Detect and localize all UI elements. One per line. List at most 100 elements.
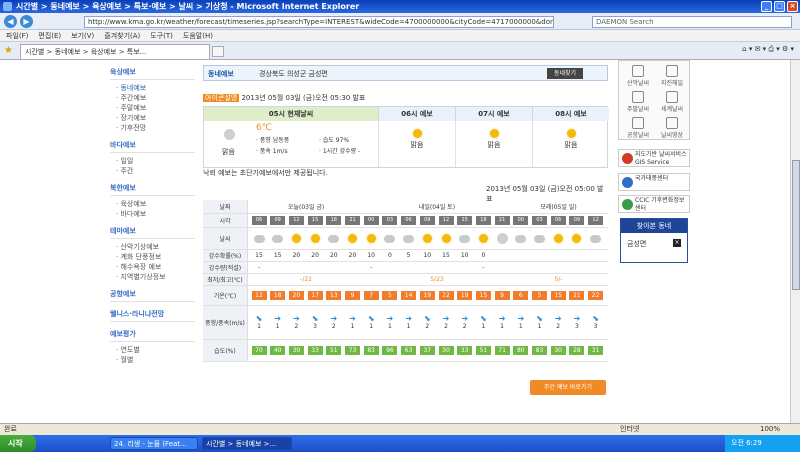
nav-section-title[interactable]: 북한예보 — [110, 183, 195, 196]
start-button[interactable]: 시작 — [0, 435, 36, 452]
quick-link[interactable]: 공항날씨 — [621, 117, 655, 139]
quick-link[interactable]: 날씨영상 — [655, 117, 689, 139]
nav-item-label: 산악기상예보 — [120, 243, 160, 251]
nav-item[interactable]: · 주간 — [116, 166, 195, 176]
search-input[interactable]: DAEMON Search — [592, 16, 792, 28]
browser-tab[interactable]: 시간별 > 동네예보 > 육상예보 > 특보... — [20, 44, 210, 59]
nav-item[interactable]: · 산악기상예보 — [116, 242, 195, 252]
temp-value: 6 — [513, 291, 529, 300]
icon-legend-tag[interactable]: 아이콘설명 — [203, 94, 240, 102]
humidity-value: 83 — [532, 346, 547, 355]
nav-section-title[interactable]: 바다예보 — [110, 140, 195, 153]
humidity-value: 33 — [307, 346, 323, 355]
recent-location-item[interactable]: 금성면 — [627, 239, 646, 249]
back-button[interactable]: ◀ — [4, 15, 17, 28]
climate-info-banner[interactable]: CCIC 기후변화정보센터 — [618, 195, 690, 213]
fc-cell: ➔ 1 — [493, 306, 511, 339]
close-button[interactable]: × — [787, 1, 798, 12]
fc-cell: 09 — [269, 214, 287, 227]
humidity-value: 31 — [588, 346, 604, 355]
nav-item[interactable]: · 장기예보 — [116, 113, 195, 123]
scroll-thumb[interactable] — [792, 160, 800, 290]
vertical-scrollbar[interactable] — [790, 60, 800, 423]
rain-prob: 20 — [329, 252, 338, 259]
location-search-box: 동네예보 경상북도 의성군 금성면 동네찾기 — [203, 65, 608, 81]
fc-cell — [418, 262, 436, 273]
nav-item[interactable]: · 주말예보 — [116, 103, 195, 113]
gis-service-banner[interactable]: 지도기반 날씨서비스 GIS Service — [618, 149, 690, 167]
hour-label: 09 — [270, 216, 286, 225]
url-field[interactable]: http://www.kma.go.kr/weather/forecast/ti… — [84, 16, 554, 28]
nav-item[interactable]: · 동네예보 — [116, 83, 195, 93]
remove-icon[interactable]: × — [673, 239, 681, 247]
favorites-star-icon[interactable]: ★ — [4, 45, 13, 56]
temp-value: 22 — [588, 291, 604, 300]
forward-button[interactable]: ▶ — [20, 15, 33, 28]
fc-cell: 33 — [306, 340, 324, 361]
climate-banner-text: CCIC 기후변화정보센터 — [635, 197, 685, 212]
wind-speed: · 풍속 1m/s — [256, 148, 288, 155]
nav-item[interactable]: · 연도별 — [116, 345, 195, 355]
sunny-icon — [366, 234, 376, 243]
fc-cell: ⬊ 1 — [474, 306, 492, 339]
new-tab-button[interactable] — [212, 46, 224, 57]
rain-prob: 15 — [442, 252, 450, 259]
quick-link[interactable]: 산악날씨 — [621, 65, 655, 87]
quick-link[interactable]: 세계날씨 — [655, 91, 689, 113]
maximize-button[interactable]: □ — [774, 1, 785, 12]
nav-item[interactable]: · 지역별기상정보 — [116, 272, 195, 282]
temp-value: 12 — [251, 291, 267, 300]
weekly-forecast-button[interactable]: 주간 예보 바로가기 — [530, 380, 606, 395]
menu-item[interactable]: 파일(F) — [6, 32, 28, 40]
nav-section-title[interactable]: 테마예보 — [110, 226, 195, 239]
nav-item[interactable]: · 바다예보 — [116, 209, 195, 219]
nav-section-title[interactable]: 예보평가 — [110, 329, 195, 342]
temp-value: 7 — [363, 291, 379, 300]
wind-speed: 1 — [369, 323, 374, 330]
fc-row-header: 날씨 — [203, 228, 248, 249]
fc-cell: 37 — [418, 340, 436, 361]
zoom-level[interactable]: 100% — [760, 424, 780, 435]
nav-item[interactable]: · 월별 — [116, 355, 195, 365]
toolbar-icons[interactable]: ⌂ ▾ ✉ ▾ ⎙ ▾ ⚙ ▾ — [742, 45, 794, 54]
nav-section-title[interactable]: 육상예보 — [110, 67, 195, 80]
nav-item[interactable]: · 해수욕장 예보 — [116, 262, 195, 272]
nav-item[interactable]: · 기후전망 — [116, 123, 195, 133]
task-music[interactable]: 24. 리생 - 눈물 (Feat... — [110, 437, 198, 450]
humidity-value: 33 — [457, 346, 473, 355]
typhoon-center-banner[interactable]: 국가태풍센터 — [618, 173, 690, 191]
temp-value: 22 — [438, 291, 454, 300]
nav-item[interactable]: · 육상예보 — [116, 199, 195, 209]
menu-item[interactable]: 도움말(H) — [183, 32, 213, 40]
hour-label: 06 — [251, 216, 267, 225]
quick-link[interactable]: 주말날씨 — [621, 91, 655, 113]
nav-item[interactable]: · 계화 단풍정보 — [116, 252, 195, 262]
fc-cell: 06 — [400, 214, 418, 227]
menu-item[interactable]: 편집(E) — [38, 32, 61, 40]
menu-item[interactable]: 보기(V) — [71, 32, 94, 40]
menu-item[interactable]: 도구(T) — [150, 32, 173, 40]
fc-cell: 00 — [512, 214, 530, 227]
recent-locations-box: 찾아본 동네 금성면 × — [620, 218, 688, 263]
rain-prob: 0 — [387, 252, 392, 259]
fc-cell: 73 — [344, 340, 362, 361]
minimize-button[interactable]: _ — [761, 1, 772, 12]
find-location-button[interactable]: 동네찾기 — [547, 68, 583, 79]
humidity-value: 83 — [363, 346, 379, 355]
sunny-icon — [553, 234, 563, 243]
rain-amount: - — [257, 264, 261, 271]
day-label: 오늘(03일 금) — [287, 204, 325, 211]
rain-amount: - — [482, 264, 485, 271]
nav-section-title[interactable]: 공항예보 — [110, 289, 195, 302]
task-ie[interactable]: 시간별 > 동네예보 >... — [202, 437, 292, 450]
menu-item[interactable]: 즐겨찾기(A) — [104, 32, 140, 40]
fc-cell: ➔ 1 — [400, 306, 418, 339]
wind-arrow-icon: ➔ — [405, 314, 412, 323]
nav-section-title[interactable]: 웰니스·라니냐전망 — [110, 309, 195, 322]
nav-item[interactable]: · 주간예보 — [116, 93, 195, 103]
nav-item[interactable]: · 일일 — [116, 156, 195, 166]
nav-item-label: 해수욕장 예보 — [120, 263, 162, 271]
location-text[interactable]: 경상북도 의성군 금성면 — [259, 69, 328, 79]
status-text: 완료 — [4, 425, 17, 433]
quick-link[interactable]: 지진해일 — [655, 65, 689, 87]
